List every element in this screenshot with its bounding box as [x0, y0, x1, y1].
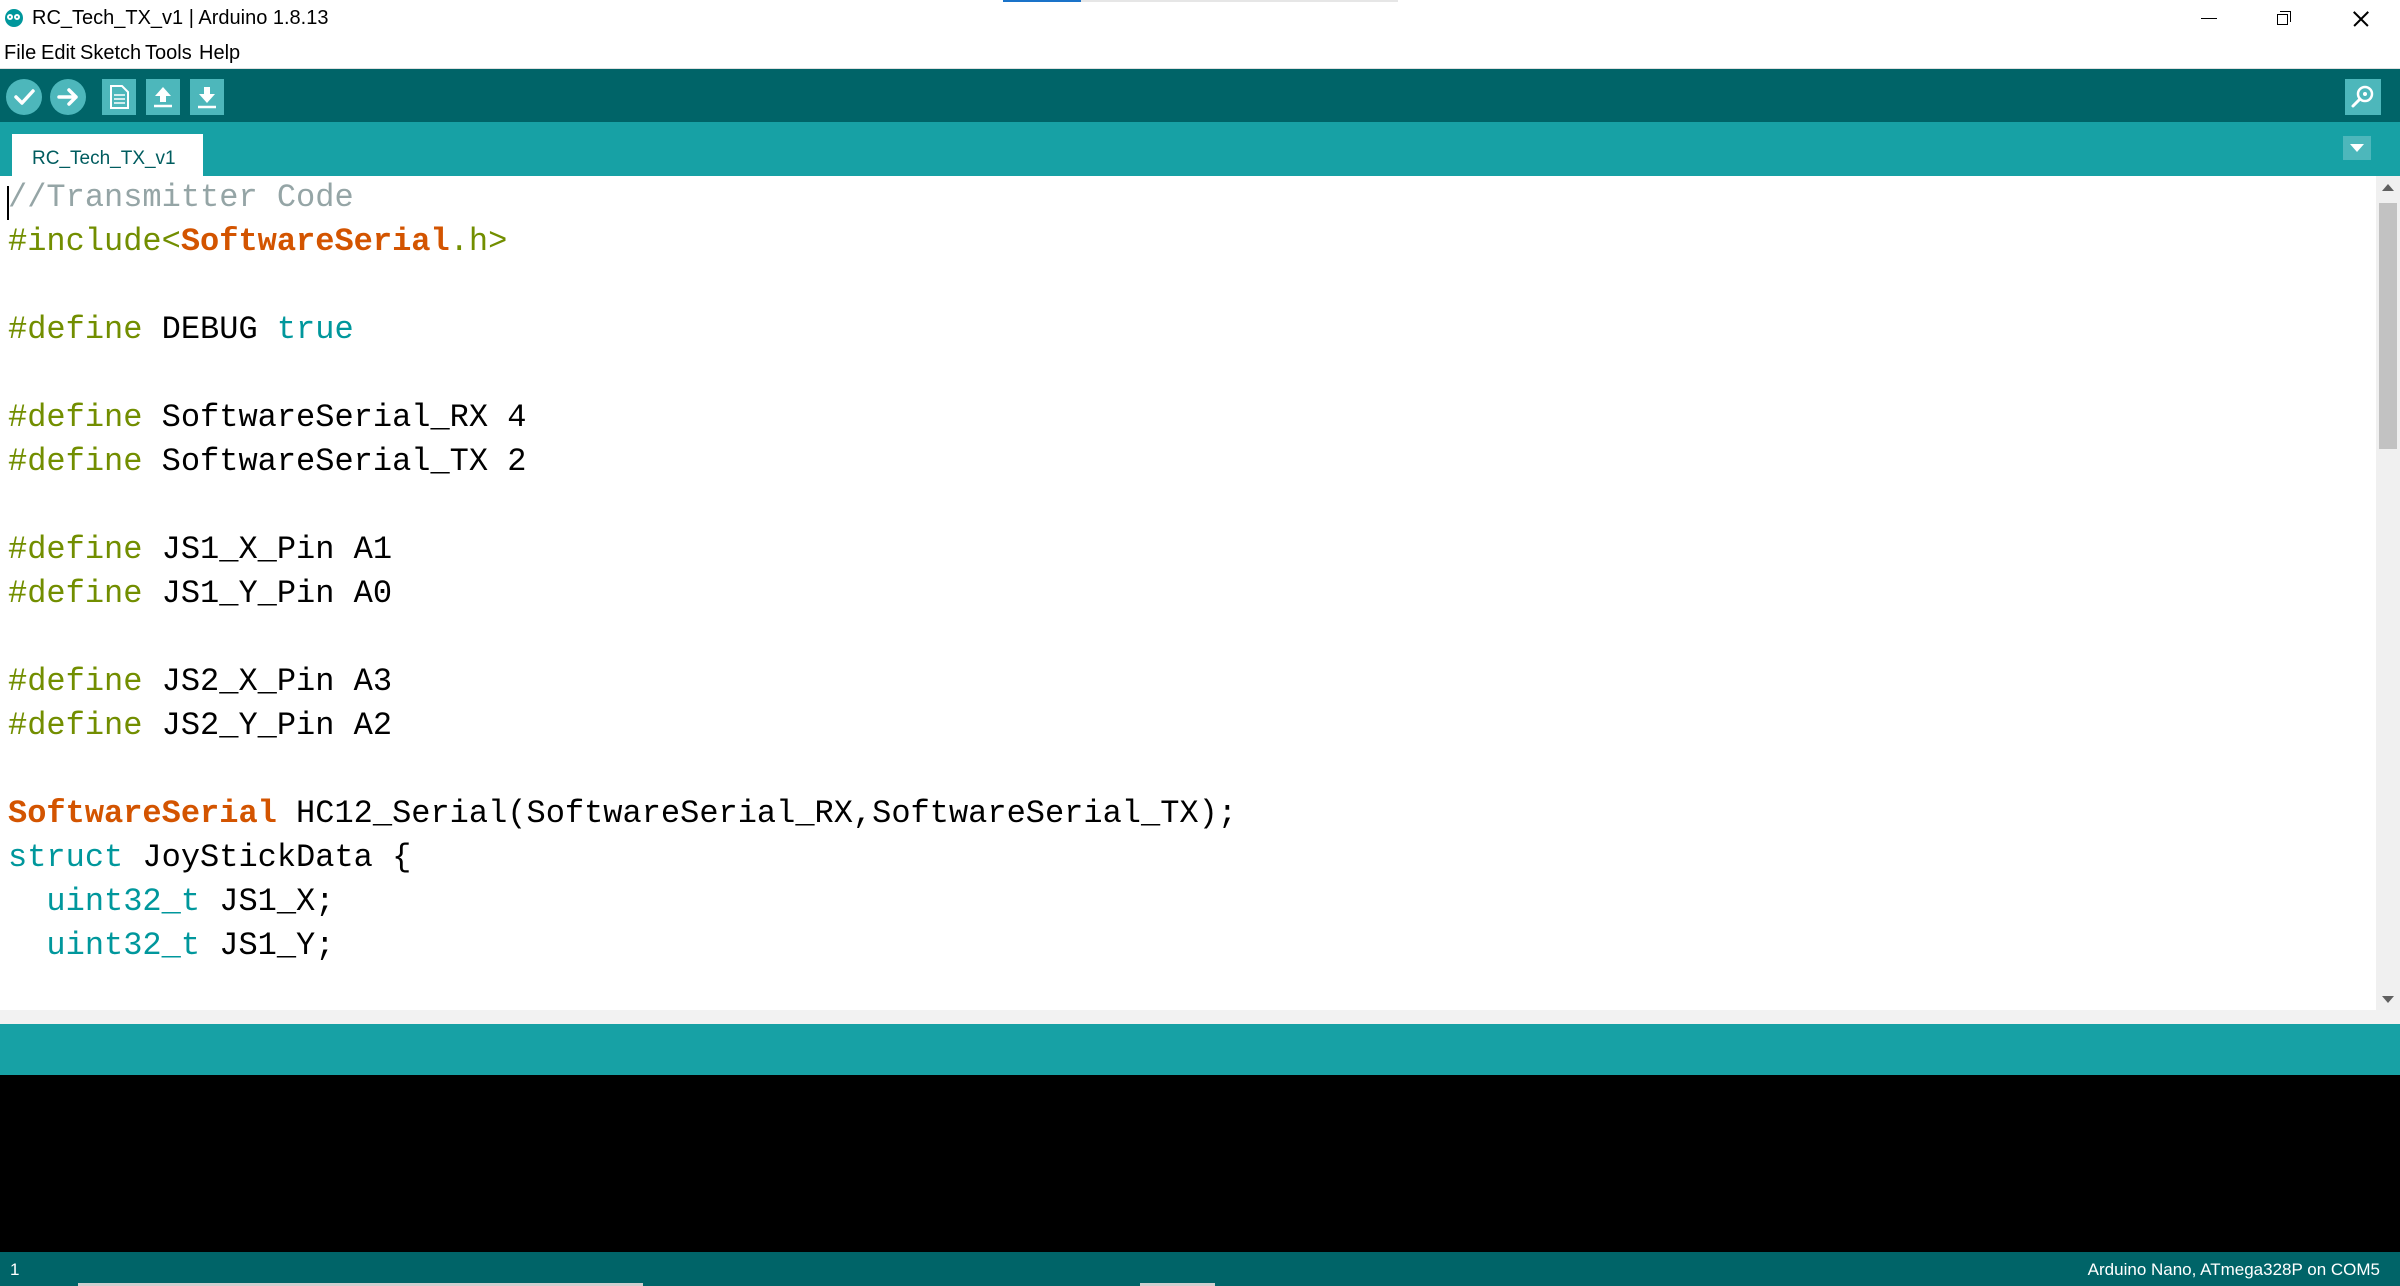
scroll-down-icon[interactable] [2382, 996, 2394, 1003]
editor-divider[interactable] [0, 1010, 2400, 1024]
code-line[interactable]: uint32_t JS1_X; [8, 880, 334, 924]
arrow-up-icon [154, 87, 172, 108]
status-bar: 1 Arduino Nano, ATmega328P on COM5 [0, 1252, 2400, 1286]
checkmark-icon [14, 89, 35, 105]
menu-bar: File Edit Sketch Tools Help [0, 38, 2400, 69]
menu-help[interactable]: Help [199, 42, 240, 65]
upload-button[interactable] [50, 79, 86, 115]
code-line[interactable]: //Transmitter Code [8, 176, 354, 220]
code-token: JS1_Y_Pin A0 [161, 575, 393, 612]
code-token: JoyStickData { [123, 839, 412, 876]
code-line[interactable]: struct JoyStickData { [8, 836, 411, 880]
code-token: #define [8, 399, 162, 436]
code-line[interactable]: SoftwareSerial HC12_Serial(SoftwareSeria… [8, 792, 1237, 836]
arrow-down-icon [198, 87, 216, 109]
code-line[interactable]: #include<SoftwareSerial.h> [8, 220, 507, 264]
tab-label: RC_Tech_TX_v1 [32, 148, 176, 169]
code-token: JS2_X_Pin A3 [161, 663, 393, 700]
line-number: 1 [10, 1260, 20, 1279]
tab-menu-triangle-icon[interactable] [2343, 136, 2371, 160]
code-line[interactable]: #define JS1_Y_Pin A0 [8, 572, 392, 616]
window-title: RC_Tech_TX_v1 | Arduino 1.8.13 [32, 7, 329, 29]
serial-monitor-button[interactable] [2345, 79, 2381, 115]
code-token: DEBUG [161, 311, 277, 348]
open-button[interactable] [146, 79, 180, 115]
code-token: SoftwareSerial [8, 795, 277, 832]
code-token: SoftwareSerial_RX 4 [161, 399, 527, 436]
tab-bar: RC_Tech_TX_v1 [0, 122, 2400, 176]
code-line[interactable]: #define JS2_Y_Pin A2 [8, 704, 392, 748]
code-editor[interactable]: //Transmitter Code #include<SoftwareSeria… [0, 176, 2376, 1010]
verify-button[interactable] [6, 79, 42, 115]
code-token: #define [8, 575, 162, 612]
scroll-up-icon[interactable] [2382, 184, 2394, 191]
code-line[interactable]: uint32_t JS1_Y; [8, 924, 334, 968]
menu-tools[interactable]: Tools [145, 42, 192, 65]
code-token: JS2_Y_Pin A2 [161, 707, 393, 744]
board-info: Arduino Nano, ATmega328P on COM5 [2087, 1260, 2380, 1279]
menu-file[interactable]: File [4, 42, 36, 65]
code-line[interactable]: #define DEBUG true [8, 308, 354, 352]
code-token: .h> [449, 223, 508, 260]
message-bar [0, 1024, 2400, 1075]
code-line[interactable]: #define JS2_X_Pin A3 [8, 660, 392, 704]
restore-button[interactable] [2246, 0, 2322, 38]
code-token: SoftwareSerial_TX 2 [161, 443, 527, 480]
new-button[interactable] [102, 79, 136, 115]
code-token: uint32_t [46, 883, 201, 920]
code-token: #define [8, 311, 162, 348]
toolbar [0, 69, 2400, 122]
code-token: true [276, 311, 354, 348]
code-line[interactable]: #define JS1_X_Pin A1 [8, 528, 392, 572]
menu-edit[interactable]: Edit [41, 42, 75, 65]
code-token: #define [8, 707, 162, 744]
code-token: #define [8, 443, 162, 480]
code-token: HC12_Serial(SoftwareSerial_RX,SoftwareSe… [276, 795, 1237, 832]
code-token: #include< [8, 223, 181, 260]
save-button[interactable] [190, 79, 224, 115]
arduino-logo-icon [5, 9, 23, 27]
code-line[interactable]: #define SoftwareSerial_TX 2 [8, 440, 526, 484]
scrollbar-thumb[interactable] [2379, 203, 2397, 449]
new-file-icon [110, 85, 129, 109]
code-token: JS1_X; [200, 883, 335, 920]
tab-rc-tech-tx-v1[interactable]: RC_Tech_TX_v1 [12, 134, 203, 176]
taskbar-indicator-active [1003, 0, 1081, 2]
code-token: SoftwareSerial [180, 223, 450, 260]
arrow-right-icon [57, 88, 78, 106]
code-line[interactable]: #define SoftwareSerial_RX 4 [8, 396, 526, 440]
editor-vertical-scrollbar[interactable] [2376, 176, 2400, 1010]
code-token: //Transmitter Code [8, 179, 354, 216]
minimize-button[interactable] [2170, 0, 2246, 38]
code-token: struct [8, 839, 124, 876]
code-token: #define [8, 663, 162, 700]
console-output[interactable] [0, 1075, 2400, 1252]
code-token: JS1_X_Pin A1 [161, 531, 393, 568]
menu-sketch[interactable]: Sketch [80, 42, 141, 65]
code-token: #define [8, 531, 162, 568]
code-token: JS1_Y; [200, 927, 335, 964]
code-token: uint32_t [46, 927, 201, 964]
close-button[interactable] [2322, 0, 2398, 38]
magnifier-icon [2351, 85, 2374, 108]
title-bar: RC_Tech_TX_v1 | Arduino 1.8.13 [0, 0, 2400, 38]
